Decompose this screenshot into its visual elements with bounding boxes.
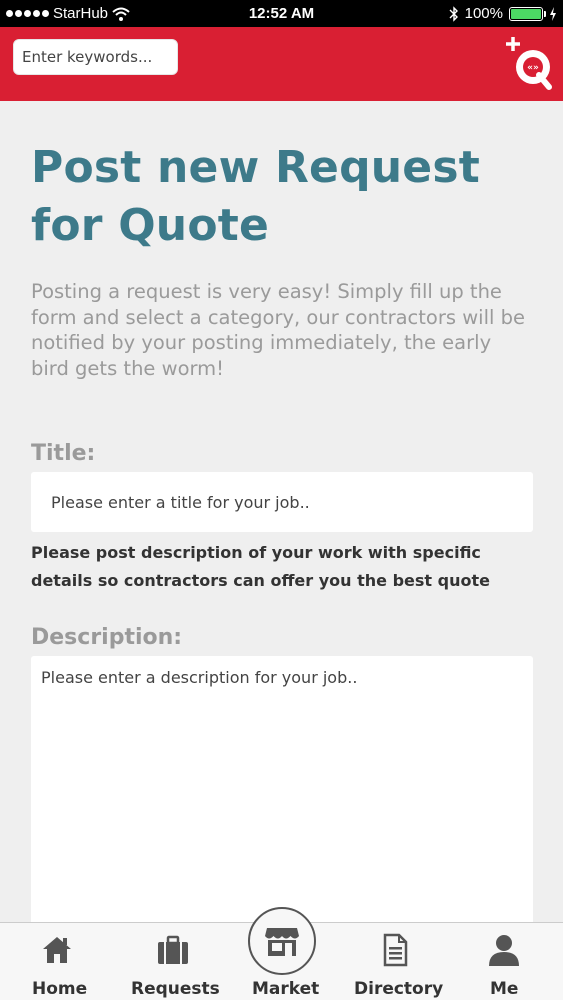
tab-directory[interactable]: Directory bbox=[350, 923, 444, 1000]
home-icon bbox=[43, 937, 71, 963]
intro-text: Posting a request is very easy! Simply f… bbox=[31, 280, 525, 380]
description-label: Description: bbox=[31, 625, 183, 650]
title-input[interactable] bbox=[31, 472, 533, 532]
tab-market[interactable]: Market bbox=[240, 907, 324, 1000]
description-hint: Please post description of your work wit… bbox=[31, 543, 490, 590]
tab-directory-label: Directory bbox=[354, 979, 444, 999]
document-icon bbox=[383, 933, 408, 967]
charging-icon bbox=[550, 6, 556, 21]
tab-home-label: Home bbox=[32, 979, 88, 999]
tab-me-label: Me bbox=[490, 979, 519, 999]
tab-requests-label: Requests bbox=[131, 979, 220, 999]
page-title: Post new Request for Quote bbox=[31, 142, 480, 251]
status-right: 100% bbox=[449, 5, 557, 22]
market-button-circle bbox=[248, 907, 316, 975]
briefcase-icon bbox=[158, 935, 188, 964]
description-input[interactable] bbox=[31, 656, 533, 926]
post-quote-button[interactable]: «» bbox=[505, 35, 553, 91]
svg-text:«»: «» bbox=[527, 63, 539, 73]
user-icon bbox=[489, 935, 519, 966]
battery-icon bbox=[509, 6, 546, 21]
search-input[interactable] bbox=[13, 39, 178, 75]
battery-percent: 100% bbox=[464, 5, 503, 22]
tab-me[interactable]: Me bbox=[474, 923, 534, 1000]
app-header: «» bbox=[0, 27, 563, 101]
status-bar: StarHub 12:52 AM 100% bbox=[0, 0, 563, 27]
tab-market-label: Market bbox=[252, 979, 320, 999]
store-icon bbox=[265, 928, 299, 956]
title-label: Title: bbox=[31, 441, 96, 466]
tab-home[interactable]: Home bbox=[22, 923, 92, 1000]
battery-fill bbox=[511, 8, 541, 19]
tab-bar: Home Requests Market Directory Me bbox=[0, 907, 563, 1000]
post-quote-icon: «» bbox=[506, 37, 552, 90]
bluetooth-icon bbox=[449, 5, 458, 22]
tab-requests[interactable]: Requests bbox=[128, 923, 220, 1000]
